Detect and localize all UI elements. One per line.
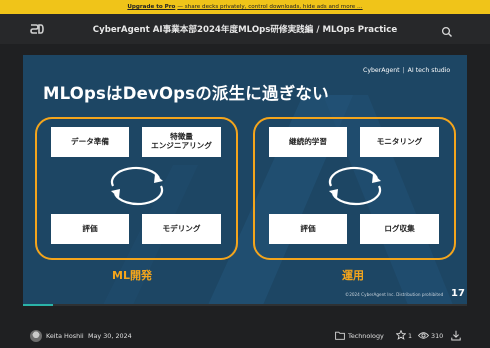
eye-icon <box>418 332 429 339</box>
ml-dev-group: データ準備 特徴量 エンジニアリング 評価 モデリング <box>35 117 238 260</box>
promo-text[interactable]: — share decks privately, control downloa… <box>177 4 362 10</box>
feature-line2: エンジニアリング <box>151 141 212 150</box>
avatar[interactable] <box>30 330 42 342</box>
publish-date: May 30, 2024 <box>88 332 132 340</box>
box-log-collection: ログ収集 <box>360 214 439 244</box>
upgrade-link[interactable]: Upgrade to Pro <box>127 4 175 10</box>
search-icon <box>441 26 452 37</box>
promo-banner[interactable]: Upgrade to Pro — share decks privately, … <box>0 0 490 14</box>
slide-title: MLOpsはDevOpsの派生に過ぎない <box>43 84 329 103</box>
brand-mark: CyberAgent | AI tech studio <box>363 67 451 74</box>
slide-viewer[interactable]: CyberAgent | AI tech studio MLOpsはDevOpsの派… <box>23 55 467 305</box>
brand-name: CyberAgent <box>363 67 400 74</box>
view-count: 310 <box>431 332 444 340</box>
cycle-arrows-icon <box>328 166 382 206</box>
box-continuous-training: 継続的学習 <box>269 127 347 157</box>
deck-title: CyberAgent AI事業本部2024年度MLOps研修実践編 / MLOp… <box>92 25 398 35</box>
box-feature-engineering: 特徴量 エンジニアリング <box>142 127 221 157</box>
deck-footer: Keita Hoshii May 30, 2024 Technology 1 3… <box>0 318 490 348</box>
star-icon[interactable] <box>396 330 406 340</box>
folder-icon <box>335 331 345 340</box>
category-link[interactable]: Technology <box>348 332 384 340</box>
author-name[interactable]: Keita Hoshii <box>46 332 84 340</box>
ops-label: 運用 <box>342 269 364 282</box>
slide-progress-bar[interactable] <box>23 304 467 306</box>
box-evaluation: 評価 <box>51 214 129 244</box>
star-count: 1 <box>408 332 413 340</box>
top-bar: CyberAgent AI事業本部2024年度MLOps研修実践編 / MLOp… <box>0 14 490 44</box>
page-number: 17 <box>451 288 465 299</box>
brand-suffix: AI tech studio <box>407 67 451 74</box>
box-modeling: モデリング <box>142 214 221 244</box>
search-button[interactable] <box>441 23 453 37</box>
ml-dev-label: ML開発 <box>112 269 152 282</box>
cycle-arrows-icon <box>110 166 164 206</box>
download-icon[interactable] <box>451 330 461 341</box>
box-data-prep: データ準備 <box>51 127 129 157</box>
box-monitoring: モニタリング <box>360 127 439 157</box>
ops-group: 継続的学習 モニタリング 評価 ログ収集 <box>253 117 456 260</box>
copyright: ©2024 CyberAgent Inc. Distribution prohi… <box>345 292 444 297</box>
box-ops-evaluation: 評価 <box>269 214 347 244</box>
progress-fill <box>23 304 54 306</box>
